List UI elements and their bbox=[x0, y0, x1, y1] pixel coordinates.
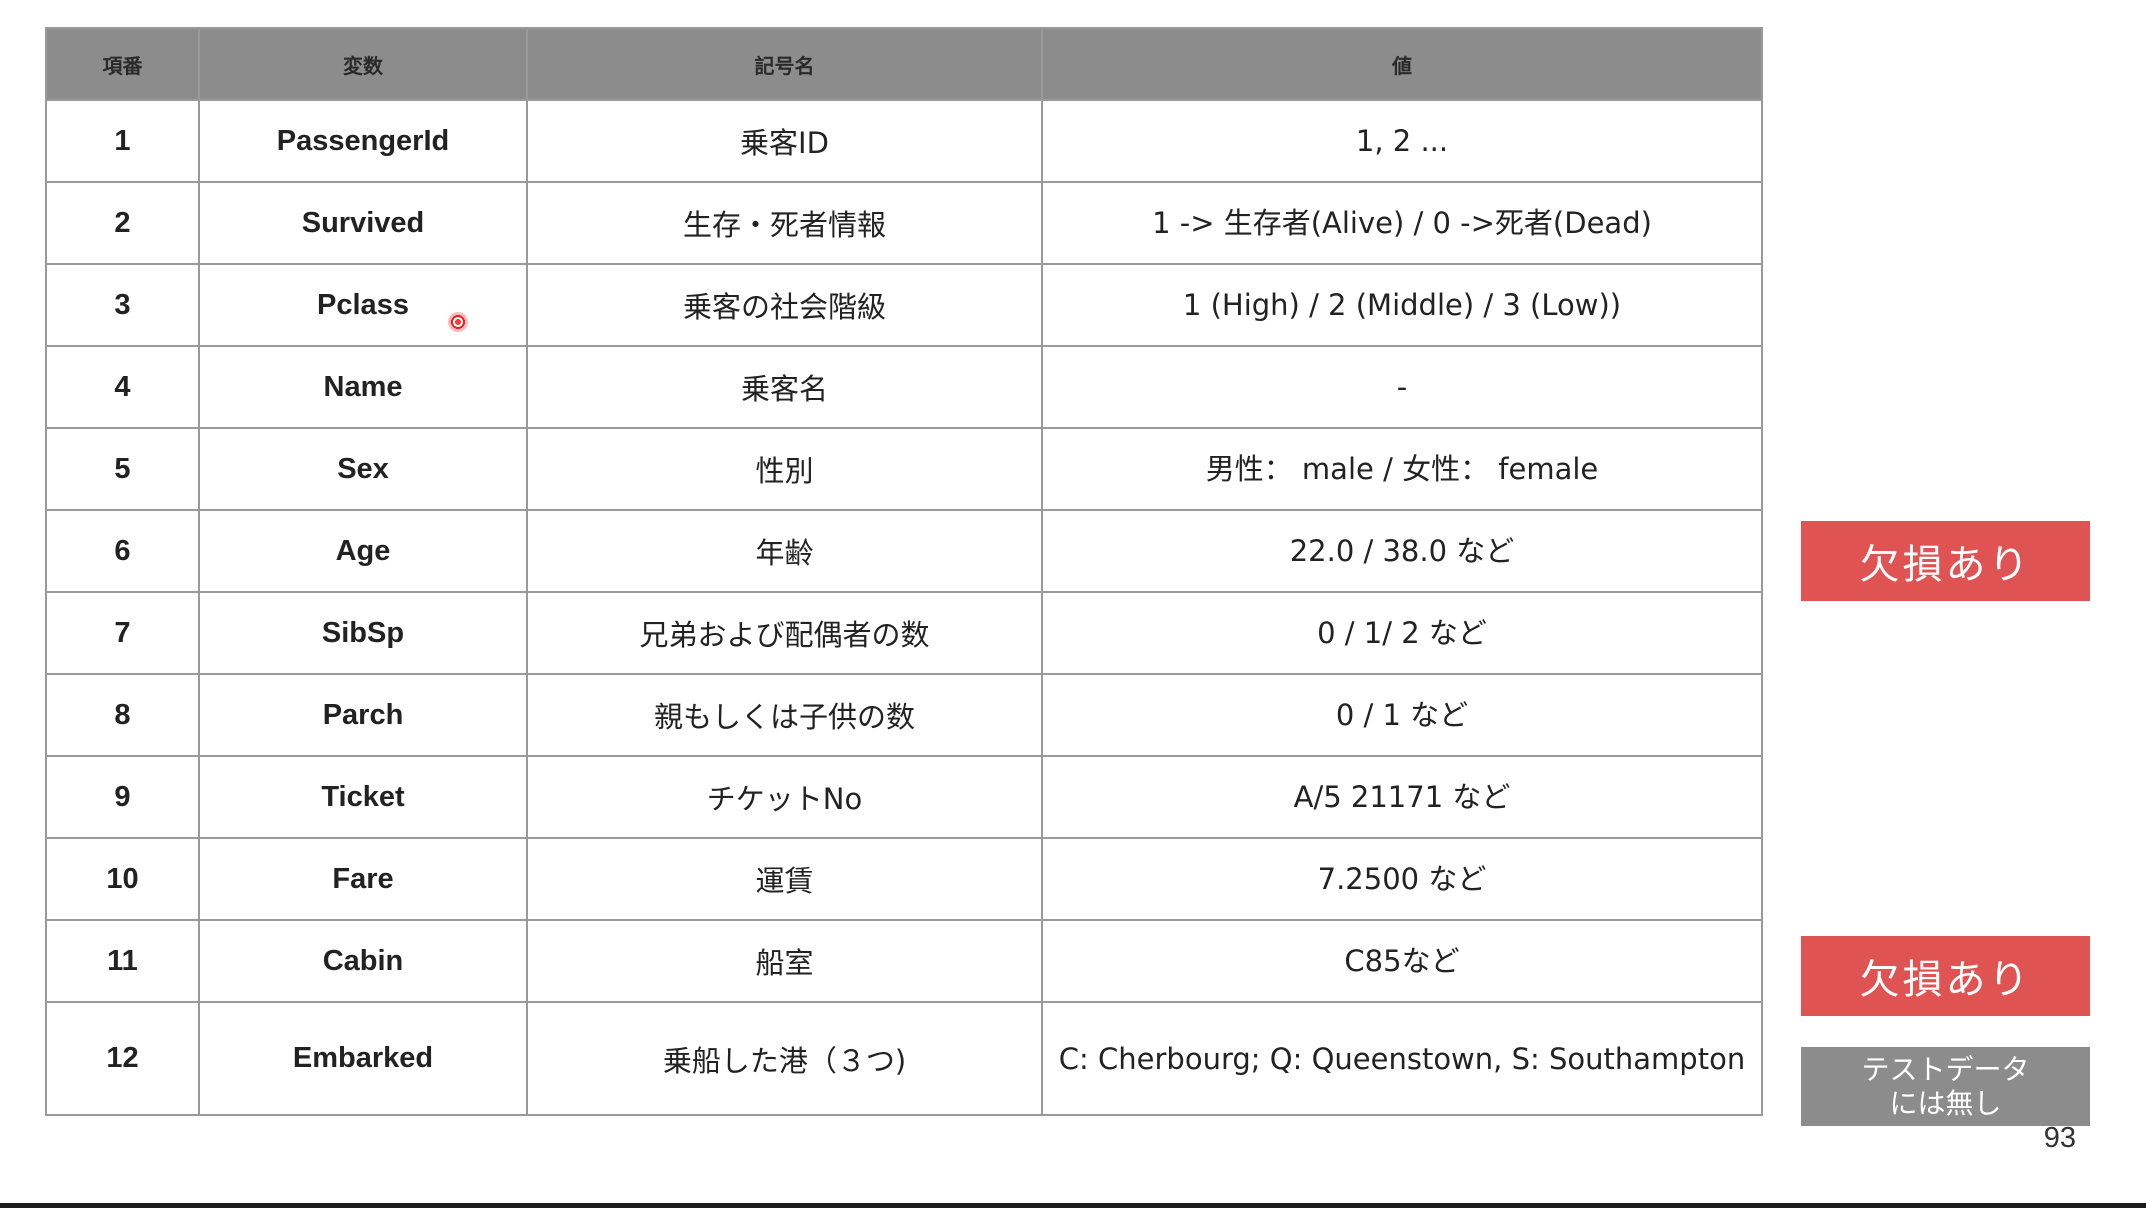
table-row: 4 Name 乗客名 - bbox=[45, 345, 1763, 429]
header-symbol-name: 記号名 bbox=[526, 27, 1043, 101]
row-variable: Name bbox=[198, 345, 528, 429]
row-number: 11 bbox=[45, 919, 200, 1003]
row-number: 5 bbox=[45, 427, 200, 511]
table-row: 6 Age 年齢 22.0 / 38.0 など bbox=[45, 509, 1763, 593]
table-row: 12 Embarked 乗船した港（３つ) C: Cherbourg; Q: Q… bbox=[45, 1001, 1763, 1116]
row-symbol-name: 乗客の社会階級 bbox=[526, 263, 1043, 347]
table-header-row: 項番 変数 記号名 値 bbox=[45, 27, 1763, 101]
row-value: 1, 2 ... bbox=[1041, 99, 1763, 183]
table-row: 7 SibSp 兄弟および配偶者の数 0 / 1/ 2 など bbox=[45, 591, 1763, 675]
row-number: 10 bbox=[45, 837, 200, 921]
table-row: 10 Fare 運賃 7.2500 など bbox=[45, 837, 1763, 921]
row-variable: Survived bbox=[198, 181, 528, 265]
row-value: 0 / 1 など bbox=[1041, 673, 1763, 757]
table-row: 11 Cabin 船室 C85など bbox=[45, 919, 1763, 1003]
row-number: 3 bbox=[45, 263, 200, 347]
row-number: 1 bbox=[45, 99, 200, 183]
row-value: C: Cherbourg; Q: Queenstown, S: Southamp… bbox=[1041, 1001, 1763, 1116]
table-row: 2 Survived 生存・死者情報 1 -> 生存者(Alive) / 0 -… bbox=[45, 181, 1763, 265]
row-value: 男性： male / 女性： female bbox=[1041, 427, 1763, 511]
row-symbol-name: チケットNo bbox=[526, 755, 1043, 839]
row-variable: Fare bbox=[198, 837, 528, 921]
row-symbol-name: 運賃 bbox=[526, 837, 1043, 921]
row-number: 2 bbox=[45, 181, 200, 265]
row-number: 4 bbox=[45, 345, 200, 429]
row-number: 8 bbox=[45, 673, 200, 757]
row-symbol-name: 兄弟および配偶者の数 bbox=[526, 591, 1043, 675]
row-value: 0 / 1/ 2 など bbox=[1041, 591, 1763, 675]
row-variable: Parch bbox=[198, 673, 528, 757]
row-value: A/5 21171 など bbox=[1041, 755, 1763, 839]
table-row: 5 Sex 性別 男性： male / 女性： female bbox=[45, 427, 1763, 511]
row-variable: Ticket bbox=[198, 755, 528, 839]
row-value: 22.0 / 38.0 など bbox=[1041, 509, 1763, 593]
row-symbol-name: 性別 bbox=[526, 427, 1043, 511]
row-symbol-name: 乗船した港（３つ) bbox=[526, 1001, 1043, 1116]
header-no: 項番 bbox=[45, 27, 200, 101]
row-number: 9 bbox=[45, 755, 200, 839]
row-number: 12 bbox=[45, 1001, 200, 1116]
row-symbol-name: 親もしくは子供の数 bbox=[526, 673, 1043, 757]
row-variable: Age bbox=[198, 509, 528, 593]
not-in-test-data-badge: テストデータ には無し bbox=[1801, 1047, 2090, 1126]
row-variable: Cabin bbox=[198, 919, 528, 1003]
row-value: 7.2500 など bbox=[1041, 837, 1763, 921]
variables-table: 項番 変数 記号名 値 1 PassengerId 乗客ID 1, 2 ... … bbox=[45, 27, 1763, 1116]
row-variable: Embarked bbox=[198, 1001, 528, 1116]
pointer-cursor-icon bbox=[448, 312, 468, 332]
row-symbol-name: 乗客ID bbox=[526, 99, 1043, 183]
missing-age-badge: 欠損あり bbox=[1801, 521, 2090, 601]
row-symbol-name: 船室 bbox=[526, 919, 1043, 1003]
table-row: 9 Ticket チケットNo A/5 21171 など bbox=[45, 755, 1763, 839]
row-value: 1 -> 生存者(Alive) / 0 ->死者(Dead) bbox=[1041, 181, 1763, 265]
row-symbol-name: 生存・死者情報 bbox=[526, 181, 1043, 265]
row-variable: PassengerId bbox=[198, 99, 528, 183]
not-in-test-data-line1: テストデータ bbox=[1861, 1052, 2030, 1086]
table-row: 8 Parch 親もしくは子供の数 0 / 1 など bbox=[45, 673, 1763, 757]
page-number: 93 bbox=[2043, 1122, 2076, 1154]
row-variable: Pclass bbox=[198, 263, 528, 347]
row-symbol-name: 年齢 bbox=[526, 509, 1043, 593]
table-row: 3 Pclass 乗客の社会階級 1 (High) / 2 (Middle) /… bbox=[45, 263, 1763, 347]
row-variable: SibSp bbox=[198, 591, 528, 675]
row-value: 1 (High) / 2 (Middle) / 3 (Low)) bbox=[1041, 263, 1763, 347]
header-value: 値 bbox=[1041, 27, 1763, 101]
bottom-border bbox=[0, 1203, 2146, 1208]
row-symbol-name: 乗客名 bbox=[526, 345, 1043, 429]
row-number: 7 bbox=[45, 591, 200, 675]
slide: 項番 変数 記号名 値 1 PassengerId 乗客ID 1, 2 ... … bbox=[0, 0, 2146, 1208]
row-value: - bbox=[1041, 345, 1763, 429]
missing-cabin-badge: 欠損あり bbox=[1801, 936, 2090, 1016]
header-variable: 変数 bbox=[198, 27, 528, 101]
row-number: 6 bbox=[45, 509, 200, 593]
table-row: 1 PassengerId 乗客ID 1, 2 ... bbox=[45, 99, 1763, 183]
row-value: C85など bbox=[1041, 919, 1763, 1003]
row-variable: Sex bbox=[198, 427, 528, 511]
not-in-test-data-line2: には無し bbox=[1889, 1086, 2002, 1120]
